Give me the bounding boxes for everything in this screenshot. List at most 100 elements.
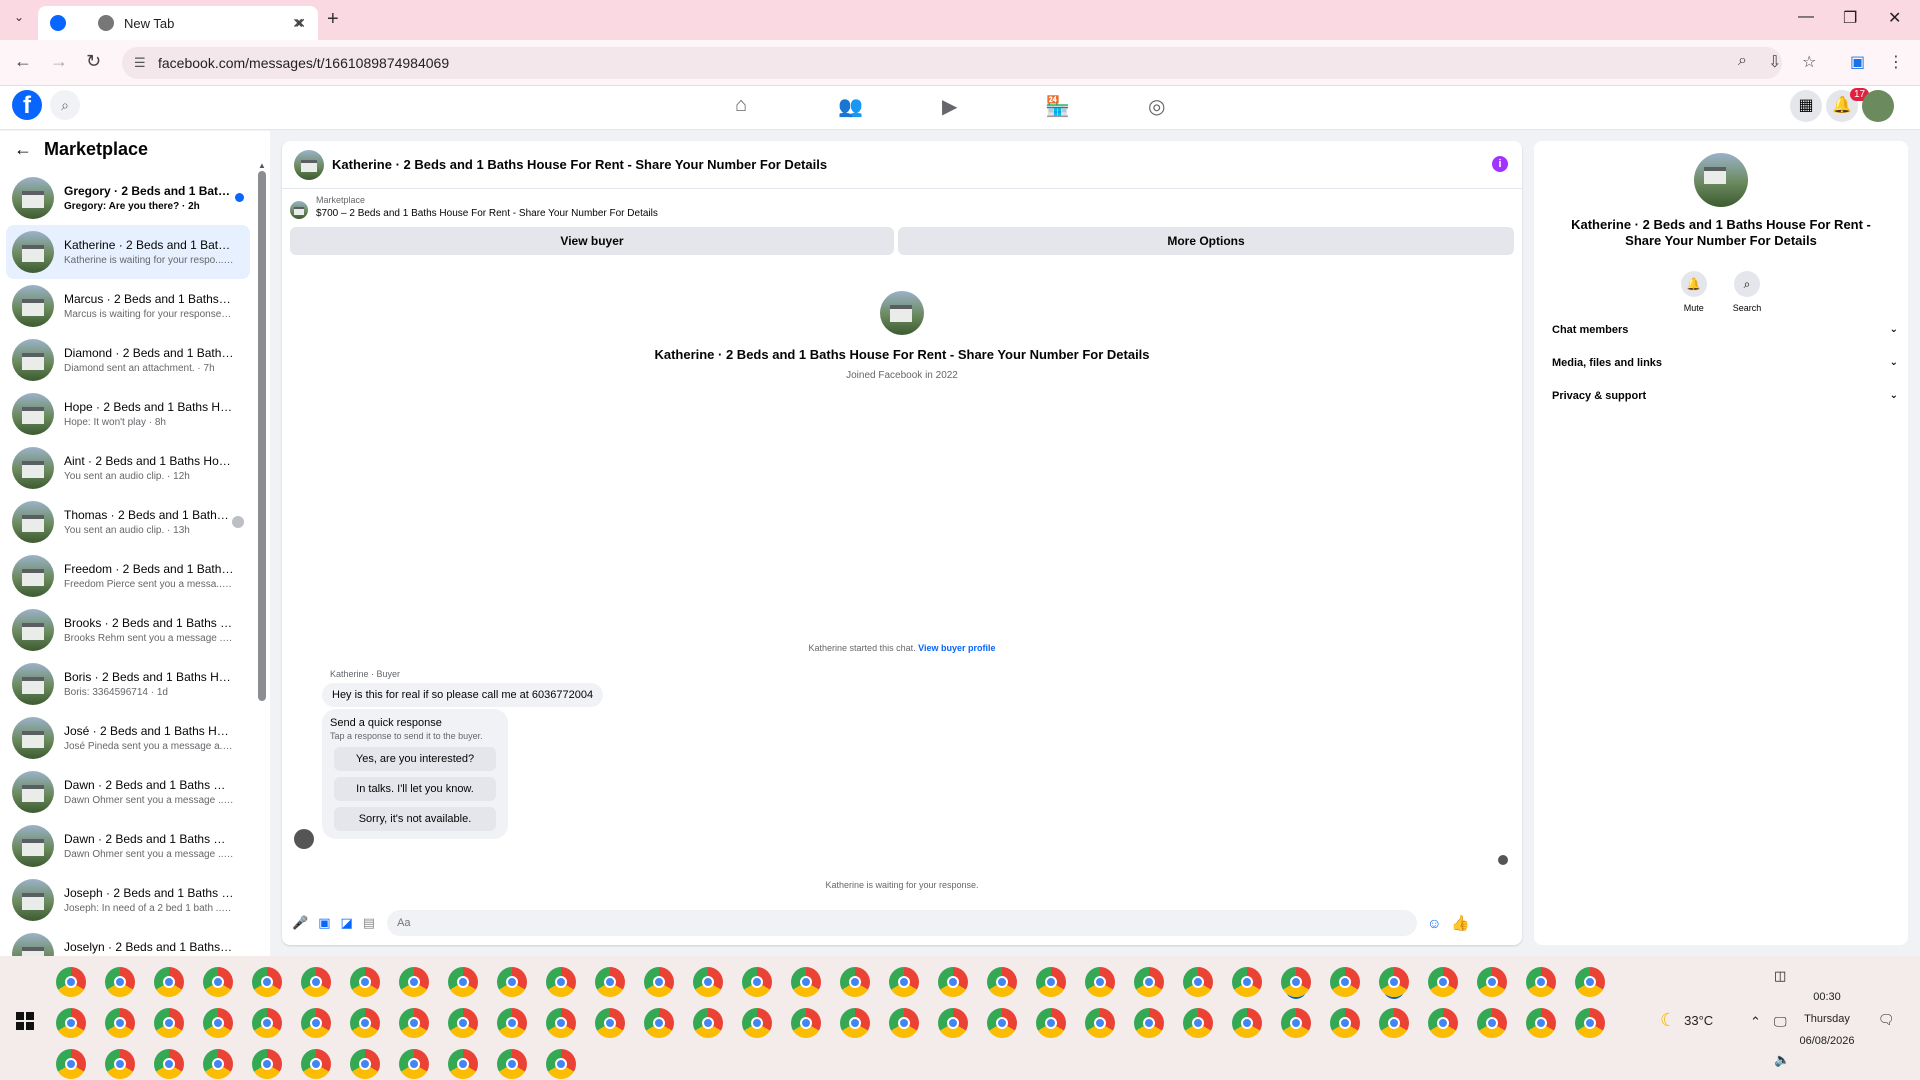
chrome-taskbar-icon[interactable] — [1526, 967, 1556, 997]
chrome-taskbar-icon[interactable] — [1183, 1008, 1213, 1038]
chrome-taskbar-icon[interactable] — [203, 967, 233, 997]
conversation-item[interactable]: Freedom · 2 Beds and 1 Baths H... Freedom… — [6, 549, 250, 603]
privacy-support-section[interactable]: Privacy & support ⌄ — [1544, 379, 1898, 412]
tab-search-dropdown-icon[interactable]: ⌄ — [8, 10, 30, 30]
system-clock[interactable]: 00:30 Thursday 06/08/2026 — [1780, 986, 1874, 1052]
profile-avatar[interactable] — [880, 291, 924, 335]
site-info-icon[interactable]: ☰ — [134, 55, 146, 71]
chrome-taskbar-icon[interactable] — [889, 1008, 919, 1038]
chrome-taskbar-icon[interactable] — [742, 1008, 772, 1038]
chrome-taskbar-icon[interactable] — [987, 1008, 1017, 1038]
sidebar-scrollbar[interactable]: ▲ — [258, 161, 266, 936]
chrome-taskbar-icon[interactable] — [595, 1008, 625, 1038]
chrome-taskbar-icon[interactable] — [1281, 967, 1311, 997]
chrome-taskbar-icon[interactable] — [1477, 967, 1507, 997]
chrome-taskbar-icon[interactable] — [595, 967, 625, 997]
chrome-taskbar-icon[interactable] — [693, 967, 723, 997]
chrome-taskbar-icon[interactable] — [791, 1008, 821, 1038]
chrome-taskbar-icon[interactable] — [1428, 1008, 1458, 1038]
home-icon[interactable]: ⌂ — [735, 94, 747, 117]
conversation-item[interactable]: Brooks · 2 Beds and 1 Baths Ho... Brooks … — [6, 603, 250, 657]
photo-icon[interactable]: ▣ — [318, 915, 330, 931]
mute-button[interactable]: 🔔 Mute — [1680, 271, 1707, 313]
account-avatar[interactable] — [1862, 90, 1894, 122]
chrome-taskbar-icon[interactable] — [1232, 967, 1262, 997]
reload-icon[interactable]: ↻ — [86, 51, 101, 72]
message-bubble[interactable]: Hey is this for real if so please call m… — [322, 683, 604, 707]
chrome-taskbar-icon[interactable] — [56, 967, 86, 997]
chrome-taskbar-icon[interactable] — [1134, 967, 1164, 997]
volume-icon[interactable]: 🔈 — [1774, 1052, 1790, 1068]
conversation-item[interactable]: José · 2 Beds and 1 Baths House... José P… — [6, 711, 250, 765]
search-icon[interactable]: ⌕ — [50, 90, 80, 120]
facebook-logo[interactable]: f — [12, 90, 42, 120]
conversation-item[interactable]: Dawn · 2 Beds and 1 Baths Hou... Dawn Ohm… — [6, 819, 250, 873]
chrome-taskbar-icon[interactable] — [154, 1049, 184, 1079]
conversation-item[interactable]: Diamond · 2 Beds and 1 Baths ... Diamond … — [6, 333, 250, 387]
back-arrow-icon[interactable]: ← — [14, 139, 32, 160]
chrome-taskbar-icon[interactable] — [105, 1008, 135, 1038]
chrome-taskbar-icon[interactable] — [987, 967, 1017, 997]
emoji-icon[interactable]: ☺ — [1427, 915, 1441, 931]
search-conversation-button[interactable]: ⌕ Search — [1733, 271, 1761, 313]
chrome-taskbar-icon[interactable] — [889, 967, 919, 997]
install-app-icon[interactable]: ⇩ — [1768, 52, 1781, 72]
chrome-taskbar-icon[interactable] — [1232, 1008, 1262, 1038]
chrome-taskbar-icon[interactable] — [1526, 1008, 1556, 1038]
chrome-taskbar-icon[interactable] — [56, 1008, 86, 1038]
restore-icon[interactable]: ❐ — [1843, 8, 1857, 28]
browser-menu-icon[interactable]: ⋮ — [1888, 52, 1904, 72]
chrome-taskbar-icon[interactable] — [301, 1008, 331, 1038]
groups-icon[interactable]: ◎ — [1148, 94, 1165, 119]
minimize-icon[interactable]: — — [1798, 8, 1814, 26]
message-input[interactable] — [387, 910, 1418, 936]
chrome-taskbar-icon[interactable] — [1428, 967, 1458, 997]
chat-members-section[interactable]: Chat members ⌄ — [1544, 313, 1898, 346]
chrome-taskbar-icon[interactable] — [105, 967, 135, 997]
conversation-item[interactable]: Katherine · 2 Beds and 1 Baths ... Kather… — [6, 225, 250, 279]
chrome-taskbar-icon[interactable] — [154, 1008, 184, 1038]
quick-response-talks-button[interactable]: In talks. I'll let you know. — [334, 777, 496, 801]
chrome-taskbar-icon[interactable] — [546, 967, 576, 997]
close-window-icon[interactable]: ✕ — [1888, 8, 1901, 28]
chrome-taskbar-icon[interactable] — [497, 1049, 527, 1079]
menu-grid-icon[interactable]: ▦ — [1790, 90, 1822, 122]
media-files-links-section[interactable]: Media, files and links ⌄ — [1544, 346, 1898, 379]
conversation-item[interactable]: Aint · 2 Beds and 1 Baths House... You se… — [6, 441, 250, 495]
chrome-taskbar-icon[interactable] — [938, 967, 968, 997]
buyer-avatar[interactable] — [294, 829, 314, 849]
view-buyer-profile-link[interactable]: View buyer profile — [918, 643, 995, 653]
chrome-taskbar-icon[interactable] — [350, 1049, 380, 1079]
conversation-item[interactable]: Dawn · 2 Beds and 1 Baths Hou... Dawn Ohm… — [6, 765, 250, 819]
chrome-taskbar-icon[interactable] — [1134, 1008, 1164, 1038]
chrome-taskbar-icon[interactable] — [350, 967, 380, 997]
quick-response-unavailable-button[interactable]: Sorry, it's not available. — [334, 807, 496, 831]
windows-start-icon[interactable] — [16, 1012, 34, 1030]
chrome-taskbar-icon[interactable] — [938, 1008, 968, 1038]
meet-now-icon[interactable]: ◫ — [1774, 968, 1786, 984]
info-avatar[interactable] — [1694, 153, 1748, 207]
chrome-taskbar-icon[interactable] — [840, 1008, 870, 1038]
weather-widget[interactable]: ☾ 33°C — [1660, 1010, 1713, 1031]
conversation-item[interactable]: Boris · 2 Beds and 1 Baths Hous... Boris:… — [6, 657, 250, 711]
chrome-taskbar-icon[interactable] — [1477, 1008, 1507, 1038]
chrome-taskbar-icon[interactable] — [203, 1008, 233, 1038]
chrome-taskbar-icon[interactable] — [791, 967, 821, 997]
chrome-taskbar-icon[interactable] — [1379, 967, 1409, 997]
close-tab-icon[interactable]: ✕ — [292, 15, 304, 32]
chrome-taskbar-icon[interactable] — [546, 1049, 576, 1079]
marketplace-icon[interactable]: 🏪 — [1045, 94, 1070, 119]
chrome-taskbar-icon[interactable] — [350, 1008, 380, 1038]
chrome-taskbar-icon[interactable] — [1085, 967, 1115, 997]
chrome-taskbar-icon[interactable] — [252, 1008, 282, 1038]
friends-icon[interactable]: 👥 — [838, 94, 863, 119]
chrome-taskbar-icon[interactable] — [1036, 967, 1066, 997]
more-options-button[interactable]: More Options — [898, 227, 1514, 255]
chrome-taskbar-icon[interactable] — [56, 1049, 86, 1079]
video-icon[interactable]: ▶ — [942, 94, 957, 119]
view-buyer-button[interactable]: View buyer — [290, 227, 894, 255]
conversation-item[interactable]: Gregory · 2 Beds and 1 Baths ... Gregory:… — [6, 171, 250, 225]
scroll-thumb[interactable] — [258, 171, 266, 701]
chrome-taskbar-icon[interactable] — [1183, 967, 1213, 997]
conversation-info-icon[interactable]: i — [1492, 156, 1508, 172]
